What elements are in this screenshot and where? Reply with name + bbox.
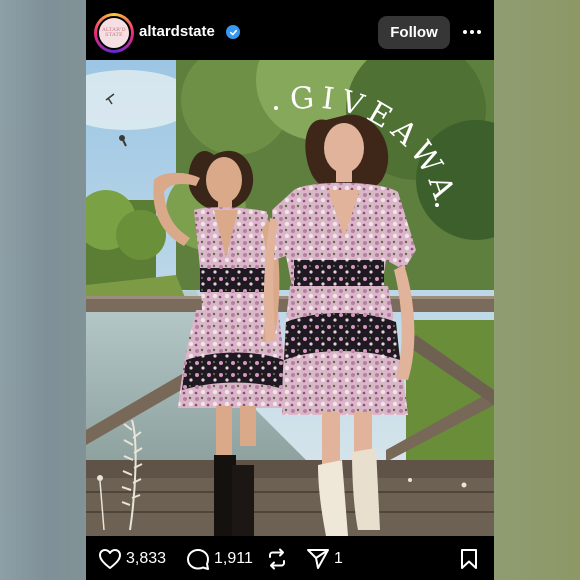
like-count: 3,833 (126, 550, 167, 567)
more-options-icon[interactable] (460, 22, 484, 42)
share-count: 1 (334, 550, 343, 567)
repost-button[interactable] (266, 548, 288, 570)
save-button[interactable] (460, 548, 478, 570)
repost-icon (269, 548, 285, 570)
instagram-post: ALTAR'D STATE altardstate Follow GIVEAWA… (86, 0, 494, 580)
username[interactable]: altardstate (139, 23, 215, 40)
heart-icon (99, 549, 121, 569)
post-header: ALTAR'D STATE altardstate Follow (86, 0, 494, 62)
comment-button[interactable]: 1,911 (186, 548, 253, 570)
story-ring[interactable]: ALTAR'D STATE (94, 13, 134, 53)
follow-button[interactable]: Follow (378, 16, 450, 49)
share-icon (307, 549, 329, 569)
bookmark-icon (461, 549, 477, 569)
avatar-logo-text: ALTAR'D STATE (102, 26, 126, 38)
like-button[interactable]: 3,833 (98, 548, 166, 570)
avatar[interactable]: ALTAR'D STATE (97, 16, 131, 50)
post-image[interactable]: GIVEAWAY (86, 60, 494, 536)
post-actions-bar: 3,833 1,911 1 (86, 536, 494, 580)
share-button[interactable]: 1 (306, 548, 343, 570)
verified-badge-icon (226, 25, 240, 39)
comment-count: 1,911 (214, 550, 253, 567)
comment-icon (187, 549, 209, 570)
